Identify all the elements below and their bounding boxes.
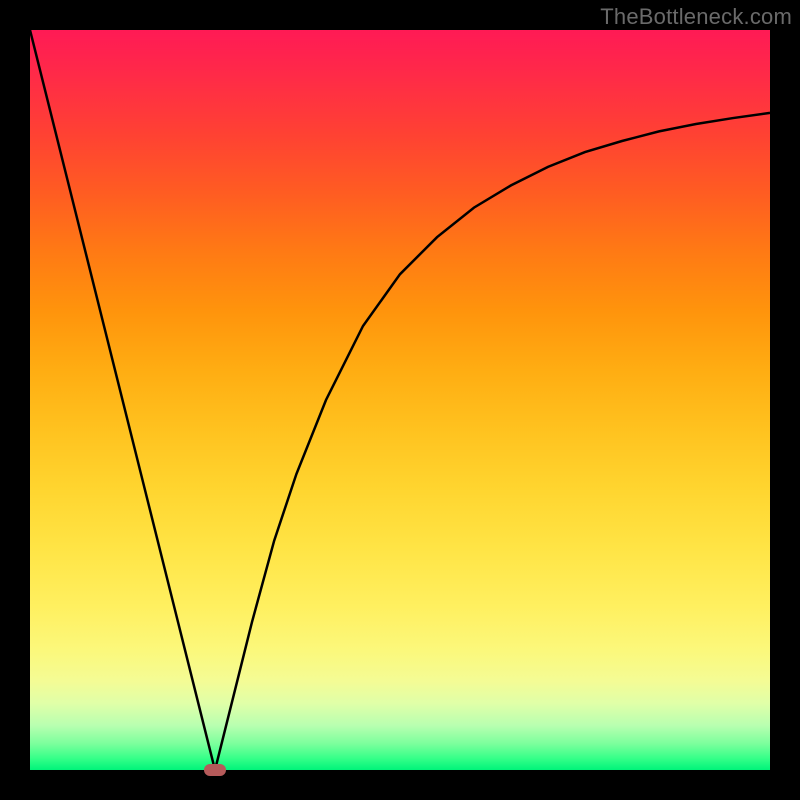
watermark-text: TheBottleneck.com (600, 4, 792, 30)
bottleneck-curve (30, 30, 770, 770)
curve-svg (30, 30, 770, 770)
minimum-marker (204, 764, 226, 776)
chart-frame: TheBottleneck.com (0, 0, 800, 800)
plot-area (30, 30, 770, 770)
